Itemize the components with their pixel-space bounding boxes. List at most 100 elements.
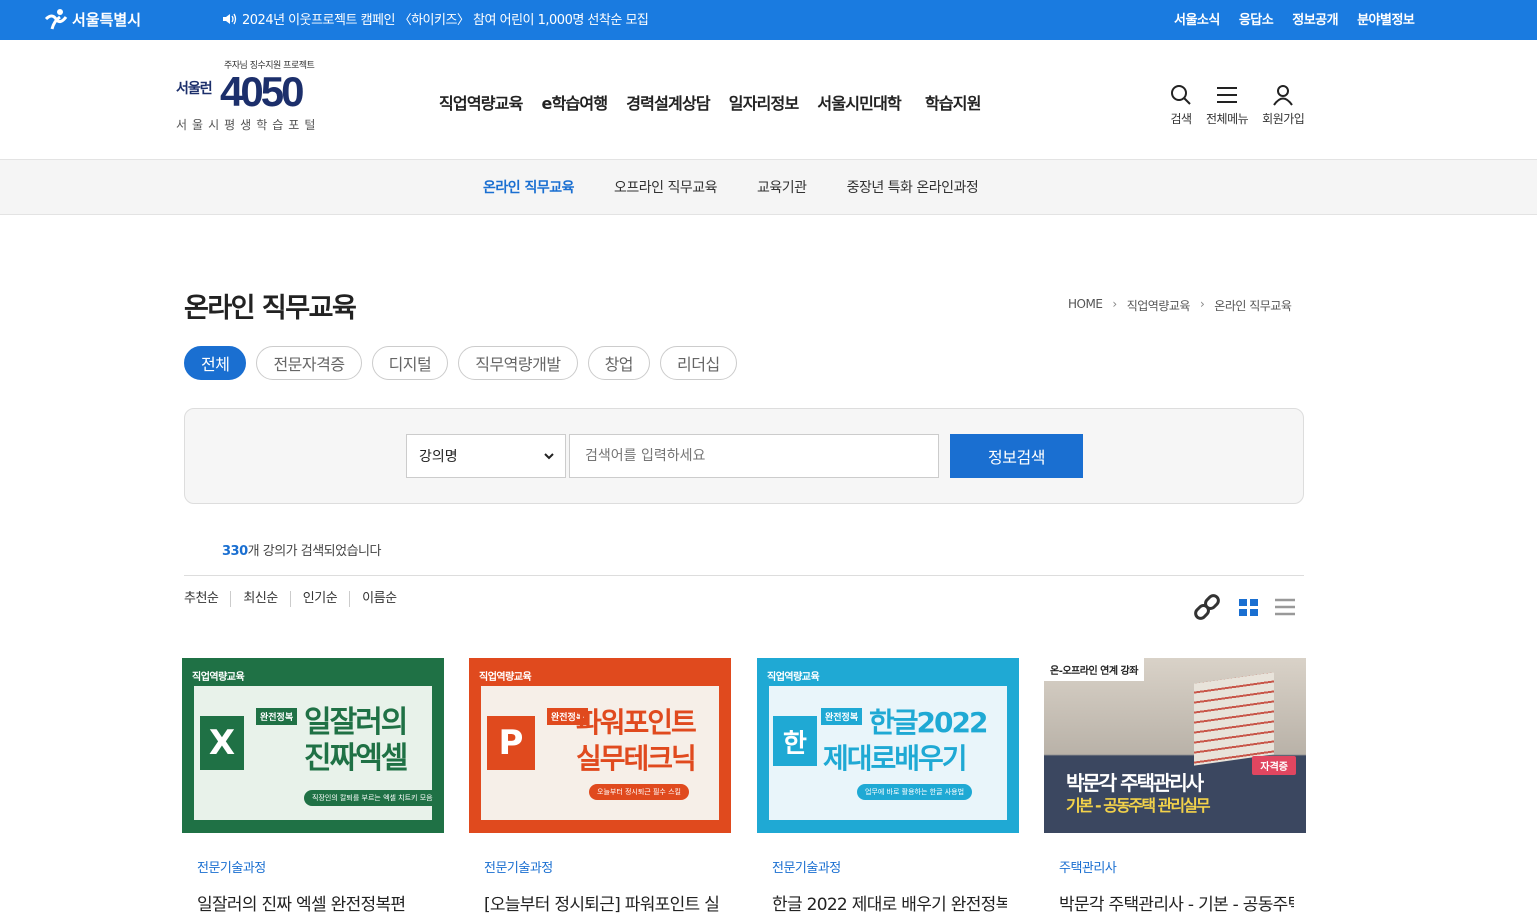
top-link-field-info[interactable]: 분야별정보: [1357, 9, 1415, 28]
seoul-symbol-icon: [44, 9, 68, 30]
chevron-down-icon: [544, 453, 554, 460]
sort-name[interactable]: 이름순: [349, 591, 408, 607]
breadcrumb-chevron-icon: ›: [1199, 297, 1205, 311]
course-card[interactable]: 직업역량교육 한 완전정복 한글2022 제대로배우기 업무에 바로 활용하는 …: [757, 658, 1019, 915]
view-options: [1190, 590, 1296, 624]
breadcrumb: HOME › 직업역량교육 › 온라인 직무교육: [1068, 297, 1292, 314]
nav-job-info[interactable]: 일자리정보: [729, 90, 799, 114]
thumb-tag: 직업역량교육: [192, 672, 245, 683]
powerpoint-icon: P: [487, 716, 535, 770]
thumb-subtitle: 업무에 바로 활용하는 한글 사용법: [857, 784, 973, 800]
all-menu-button[interactable]: 전체메뉴: [1206, 84, 1249, 127]
course-thumbnail[interactable]: 직업역량교육 X 완전정복 일잘러의 진짜엑셀 직장인의 칼퇴를 부르는 엑셀 …: [182, 658, 444, 833]
building-image: [1194, 672, 1274, 766]
search-type-value: 강의명: [419, 449, 458, 465]
search-type-select[interactable]: 강의명: [406, 434, 566, 478]
subnav-online[interactable]: 온라인 직무교육: [483, 177, 575, 197]
page-title: 온라인 직무교육: [184, 293, 357, 324]
breadcrumb-current[interactable]: 온라인 직무교육: [1214, 297, 1292, 314]
breadcrumb-job-competency[interactable]: 직업역량교육: [1127, 297, 1191, 314]
course-title[interactable]: 일잘러의 진짜 엑셀 완전정복편: [197, 890, 432, 915]
chip-certificate[interactable]: 전문자격증: [256, 346, 362, 380]
join-button[interactable]: 회원가입: [1262, 84, 1305, 127]
sort-newest[interactable]: 최신순: [230, 591, 289, 607]
thumb-tag: 온-오프라인 연계 강좌: [1044, 658, 1144, 681]
thumb-inner: 한 완전정복 한글2022 제대로배우기 업무에 바로 활용하는 한글 사용법: [769, 686, 1007, 820]
speaker-icon: [223, 13, 237, 24]
result-count-suffix: 개 강의가 검색되었습니다: [247, 544, 382, 559]
hamburger-icon: [1217, 87, 1238, 103]
thumb-subtitle: 직장인의 칼퇴를 부르는 엑셀 치트키 모음: [304, 790, 441, 806]
top-link-info-disclosure[interactable]: 정보공개: [1292, 9, 1338, 28]
chip-job-skill[interactable]: 직무역량개발: [458, 346, 578, 380]
course-card[interactable]: 온-오프라인 연계 강좌 자격증 박문각 주택관리사 기본 - 공동주택 관리실…: [1044, 658, 1306, 915]
thumb-badge: 완전정복: [821, 708, 863, 725]
subnav-institutions[interactable]: 교육기관: [757, 177, 807, 197]
course-title[interactable]: 한글 2022 제대로 배우기 완전정복: [772, 890, 1007, 915]
link-icon[interactable]: [1190, 590, 1224, 624]
portal-logo[interactable]: 주자님 징수지원 프로젝트 서울런 4050 서울시평생학습포털: [174, 58, 334, 138]
thumb-inner: P 완전정복 파워포인트 실무테크닉 오늘부터 정시퇴근 필수 스킬: [481, 686, 719, 820]
seoul-city-logo[interactable]: 서울특별시: [44, 6, 141, 32]
search-button[interactable]: 검색: [1170, 84, 1192, 127]
search-submit-button[interactable]: 정보검색: [950, 434, 1083, 478]
grid-view-icon[interactable]: [1238, 596, 1260, 618]
subnav-offline[interactable]: 오프라인 직무교육: [614, 177, 718, 197]
course-thumbnail[interactable]: 직업역량교육 P 완전정복 파워포인트 실무테크닉 오늘부터 정시퇴근 필수 스…: [469, 658, 731, 833]
course-title[interactable]: 박문각 주택관리사 - 기본 - 공동주택 관리실무: [1059, 890, 1294, 915]
course-title[interactable]: [오늘부터 정시퇴근] 파워포인트 실무테크닉: [484, 890, 719, 915]
sort-popular[interactable]: 인기순: [289, 591, 349, 607]
seoul-city-label: 서울특별시: [72, 10, 142, 29]
course-card[interactable]: 직업역량교육 P 완전정복 파워포인트 실무테크닉 오늘부터 정시퇴근 필수 스…: [469, 658, 731, 915]
chip-startup[interactable]: 창업: [587, 346, 651, 380]
result-count-number: 330: [222, 544, 248, 559]
thumb-subtitle: 오늘부터 정시퇴근 필수 스킬: [589, 784, 689, 800]
thumb-title-1: 한글2022: [869, 706, 988, 739]
notice-banner[interactable]: 2024년 이웃프로젝트 캠페인 〈하이키즈〉 참여 어린이 1,000명 선착…: [222, 9, 649, 28]
course-category: 주택관리사: [1059, 861, 1117, 876]
header-utilities: 검색 전체메뉴 회원가입: [1170, 84, 1305, 127]
nav-career-counsel[interactable]: 경력설계상담: [626, 90, 710, 114]
nav-citizen-univ[interactable]: 서울시민대학: [817, 90, 901, 114]
thumb-tag: 직업역량교육: [479, 672, 532, 683]
logo-4050: 4050: [220, 68, 304, 115]
join-label: 회원가입: [1262, 112, 1305, 126]
course-category: 전문기술과정: [772, 861, 841, 876]
hangul-icon: 한: [773, 716, 817, 766]
breadcrumb-home[interactable]: HOME: [1068, 297, 1103, 314]
site-header: 주자님 징수지원 프로젝트 서울런 4050 서울시평생학습포털 직업역량교육 …: [0, 40, 1537, 160]
thumb-badge: 자격증: [1252, 756, 1296, 775]
chip-digital[interactable]: 디지털: [371, 346, 449, 380]
search-label: 검색: [1170, 112, 1192, 126]
top-link-eungdapso[interactable]: 응답소: [1239, 9, 1274, 28]
notice-text: 2024년 이웃프로젝트 캠페인 〈하이키즈〉 참여 어린이 1,000명 선착…: [242, 13, 649, 28]
course-category: 전문기술과정: [484, 861, 553, 876]
logo-subtitle: 서울시평생학습포털: [176, 118, 321, 132]
chip-all[interactable]: 전체: [184, 346, 247, 380]
excel-icon: X: [200, 716, 244, 770]
course-card[interactable]: 직업역량교육 X 완전정복 일잘러의 진짜엑셀 직장인의 칼퇴를 부르는 엑셀 …: [182, 658, 444, 915]
search-input[interactable]: [569, 434, 939, 478]
divider: [184, 575, 1304, 576]
sort-recommended[interactable]: 추천순: [184, 591, 230, 607]
subnav-midlife-online[interactable]: 중장년 특화 온라인과정: [847, 177, 979, 197]
nav-job-competency[interactable]: 직업역량교육: [439, 90, 523, 114]
thumb-tag: 직업역량교육: [767, 672, 820, 683]
thumb-title-2: 실무테크닉: [576, 742, 697, 775]
course-category: 전문기술과정: [197, 861, 266, 876]
search-icon: [1171, 85, 1191, 105]
search-panel: 강의명 정보검색: [184, 408, 1304, 504]
list-view-icon[interactable]: [1274, 596, 1296, 618]
thumb-title-2: 진짜엑셀: [304, 741, 408, 776]
nav-learning-support[interactable]: 학습지원: [925, 90, 981, 114]
thumb-title-1: 박문각 주택관리사: [1066, 771, 1204, 795]
logo-seoulrun: 서울런: [176, 81, 213, 97]
nav-e-learning-trip[interactable]: e학습여행: [542, 90, 609, 114]
course-thumbnail[interactable]: 온-오프라인 연계 강좌 자격증 박문각 주택관리사 기본 - 공동주택 관리실…: [1044, 658, 1306, 833]
sub-nav: 온라인 직무교육 오프라인 직무교육 교육기관 중장년 특화 온라인과정: [0, 160, 1537, 215]
breadcrumb-chevron-icon: ›: [1112, 297, 1117, 311]
chip-leadership[interactable]: 리더십: [660, 346, 737, 380]
thumb-inner: X 완전정복 일잘러의 진짜엑셀 직장인의 칼퇴를 부르는 엑셀 치트키 모음: [194, 686, 441, 820]
top-link-news[interactable]: 서울소식: [1174, 9, 1220, 28]
course-thumbnail[interactable]: 직업역량교육 한 완전정복 한글2022 제대로배우기 업무에 바로 활용하는 …: [757, 658, 1019, 833]
